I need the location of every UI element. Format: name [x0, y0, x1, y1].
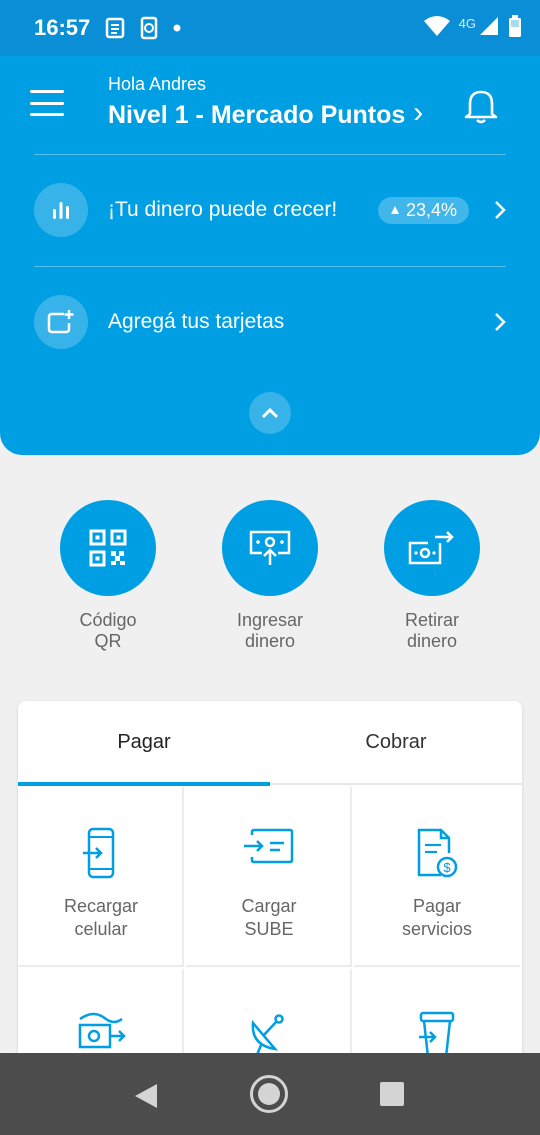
active-tab-indicator: [18, 782, 270, 786]
signal-icon: [478, 15, 500, 42]
notification-dot-icon: [172, 23, 182, 33]
bell-icon[interactable]: [462, 86, 500, 126]
app-header: Hola Andres Nivel 1 - Mercado Puntos ›: [0, 56, 540, 148]
status-bar: 16:57 4G: [0, 0, 540, 56]
service-label: Cargar SUBE: [241, 896, 297, 939]
withdraw-icon: [384, 500, 480, 596]
collapse-button[interactable]: [249, 392, 291, 434]
withdraw-money-action[interactable]: Retirar dinero: [362, 500, 502, 652]
news-icon: [104, 17, 126, 39]
triangle-up-icon: [391, 206, 399, 214]
quick-actions: Código QR Ingresar dinero Retirar dinero: [0, 500, 540, 670]
battery-icon: [508, 14, 522, 43]
tab-pagar[interactable]: Pagar: [18, 731, 270, 754]
invest-label: ¡Tu dinero puede crecer!: [108, 198, 338, 221]
action-label: Ingresar dinero: [236, 610, 304, 651]
pay-services-item[interactable]: $ Pagar servicios: [354, 787, 520, 967]
action-label: Retirar dinero: [404, 610, 459, 651]
service-label: Pagar servicios: [401, 896, 472, 939]
recharge-phone-item[interactable]: Recargar celular: [18, 787, 184, 967]
tab-cobrar[interactable]: Cobrar: [270, 731, 522, 754]
level-link[interactable]: Nivel 1 - Mercado Puntos ›: [108, 96, 423, 130]
chevron-right-icon: [495, 313, 506, 331]
qr-icon: [60, 500, 156, 596]
status-time: 16:57: [34, 15, 91, 40]
deposit-money-action[interactable]: Ingresar dinero: [200, 500, 340, 652]
yield-badge: 23,4%: [378, 196, 470, 224]
svg-text:$: $: [443, 860, 451, 875]
back-icon[interactable]: [133, 1082, 159, 1110]
home-icon[interactable]: [250, 1075, 288, 1113]
add-card-icon: [34, 295, 88, 349]
bill-payment-icon: $: [354, 827, 520, 883]
phone-sync-icon: [138, 16, 160, 40]
phone-recharge-icon: [18, 827, 184, 883]
network-type: 4G: [458, 15, 476, 31]
payments-card: Pagar Cobrar Recargar celular Cargar SUBE …: [18, 701, 522, 1135]
deposit-icon: [222, 500, 318, 596]
system-nav-bar: [0, 1053, 540, 1135]
divider: [34, 154, 506, 155]
wifi-icon: [423, 15, 451, 42]
tab-bar: Pagar Cobrar: [18, 701, 522, 786]
add-cards-row[interactable]: Agregá tus tarjetas: [0, 287, 540, 357]
add-cards-label: Agregá tus tarjetas: [108, 310, 285, 333]
recent-apps-icon[interactable]: [380, 1082, 404, 1106]
yield-value: 23,4%: [406, 199, 458, 220]
chevron-right-icon: [495, 201, 506, 219]
greeting: Hola Andres: [108, 74, 207, 94]
action-label: Código QR: [79, 610, 137, 651]
account-panel: ¡Tu dinero puede crecer! 23,4% Agregá tu…: [0, 148, 540, 455]
chevron-up-icon: [261, 407, 279, 419]
bar-chart-icon: [34, 183, 88, 237]
hamburger-menu-icon[interactable]: [30, 90, 64, 116]
invest-row[interactable]: ¡Tu dinero puede crecer! 23,4%: [0, 175, 540, 245]
divider: [34, 266, 506, 267]
load-sube-item[interactable]: Cargar SUBE: [186, 787, 352, 967]
level-label: Nivel 1 - Mercado Puntos: [108, 100, 406, 129]
chevron-right-icon: ›: [413, 96, 424, 129]
service-label: Recargar celular: [63, 896, 139, 939]
qr-code-action[interactable]: Código QR: [38, 500, 178, 652]
sube-card-icon: [186, 827, 352, 883]
